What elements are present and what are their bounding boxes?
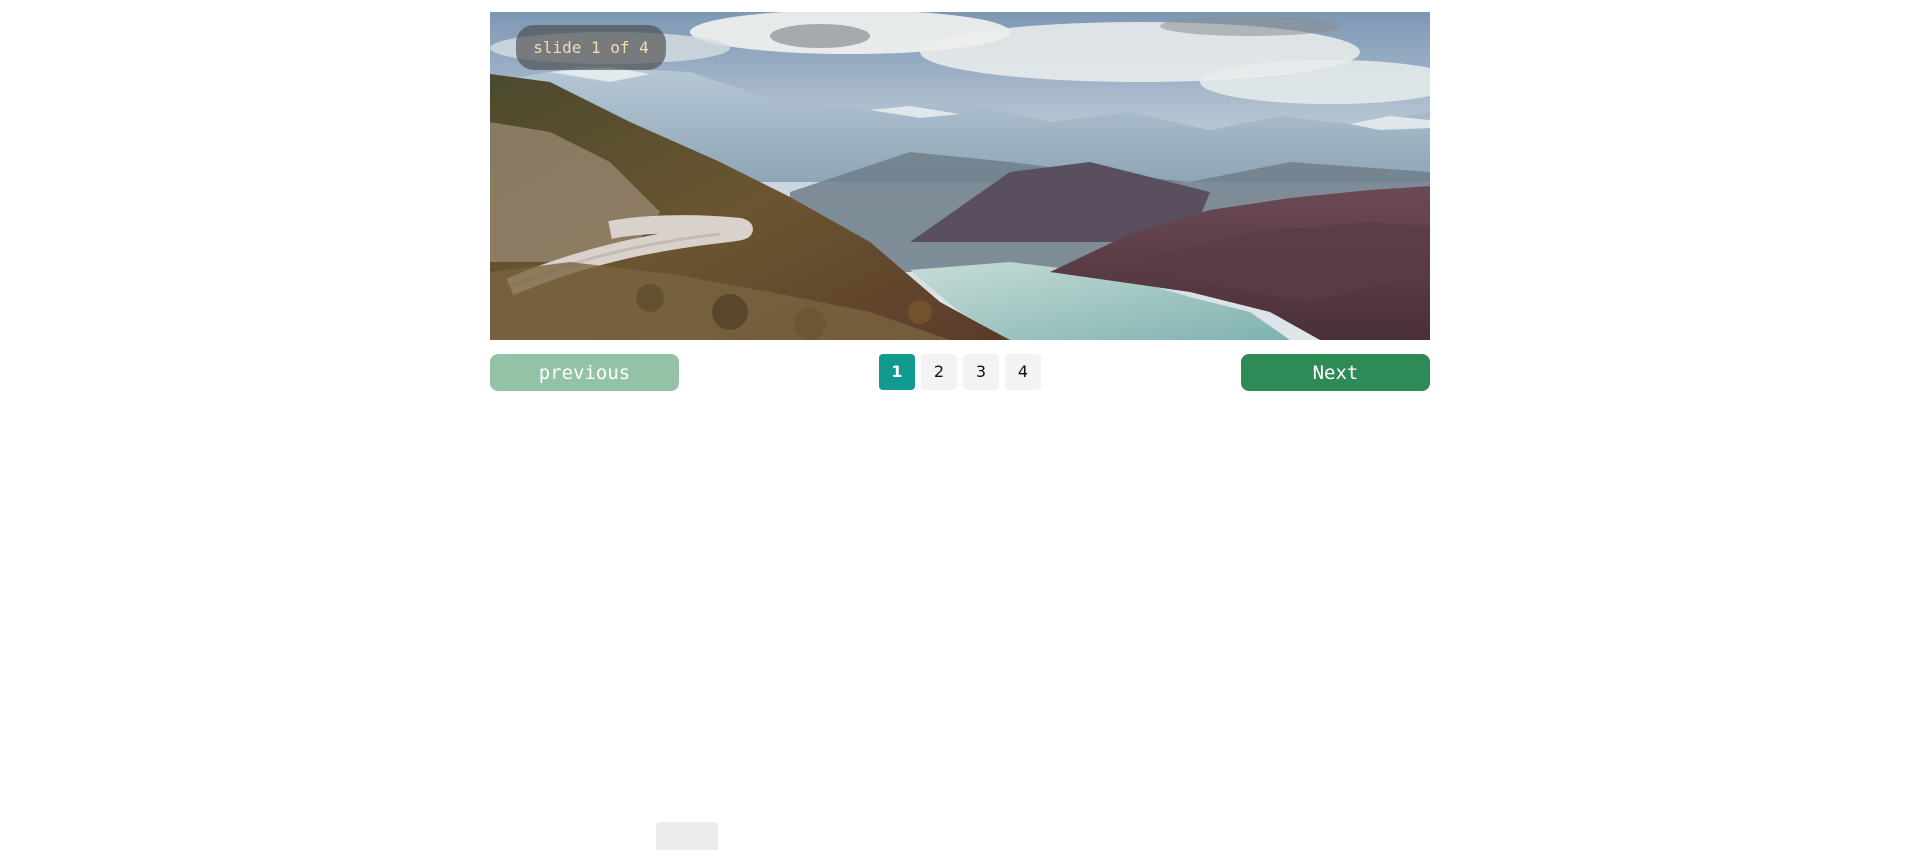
image-carousel: slide 1 of 4 previous 1 2 3 4 Next (490, 12, 1430, 392)
carousel-controls: previous 1 2 3 4 Next (490, 354, 1430, 392)
slide-counter: slide 1 of 4 (516, 25, 666, 70)
page-button-4[interactable]: 4 (1005, 354, 1041, 390)
page-button-2[interactable]: 2 (921, 354, 957, 390)
page-button-3[interactable]: 3 (963, 354, 999, 390)
next-button[interactable]: Next (1241, 354, 1430, 391)
pagination: 1 2 3 4 (879, 354, 1041, 390)
floating-tab-stub[interactable] (656, 822, 718, 850)
page-button-1[interactable]: 1 (879, 354, 915, 390)
slide-image-frame: slide 1 of 4 (490, 12, 1430, 340)
previous-button[interactable]: previous (490, 354, 679, 391)
